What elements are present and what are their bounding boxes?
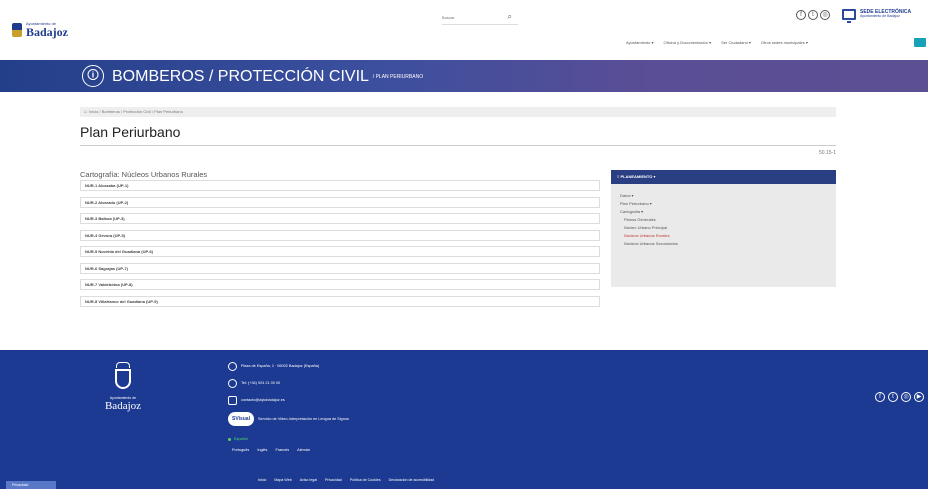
nav-item-otras-sedes[interactable]: Otros sedes municipales ▾ [761,40,808,45]
footer-logo[interactable]: Ayuntamiento de Badajoz [98,362,148,412]
language-option[interactable]: Francés [275,448,289,452]
sidebar-item-planos-generales[interactable]: Planos Generales [620,216,827,224]
language-option[interactable]: Alemán [297,448,310,452]
sign-language-text[interactable]: Servicio de Video-Interpretación en Leng… [258,417,349,421]
footer-link-aviso-legal[interactable]: Aviso legal [300,478,317,482]
list-item[interactable]: NUR-7 Valdebótoa (UP-8) [80,279,600,290]
menu-toggle-button[interactable] [914,38,926,47]
footer-link-privacidad[interactable]: Privacidad [325,478,342,482]
language-current[interactable]: Español [228,437,349,441]
footer-link-inicio[interactable]: Inicio [258,478,266,482]
language-selector: Español Português Inglés Francés Alemán [228,437,349,452]
facebook-icon[interactable]: f [875,392,885,402]
footer-link-accesibilidad[interactable]: Declaración de accesibilidad [389,478,435,482]
breadcrumb: ⌂ Inicio / Bomberos / Protección Civil / … [80,107,836,117]
site-footer: Ayuntamiento de Badajoz Plaza de España,… [0,350,928,489]
top-navigation: Ayuntamiento ▾ Oficina y Documentación ▾… [626,40,808,45]
sidebar: ≡ PLANEAMIENTO ▾ Datos ▾ Plan Periurbano… [611,170,836,287]
youtube-icon[interactable]: ▶ [914,392,924,402]
page-title: Plan Periurbano [80,124,181,140]
banner-title-text: BOMBEROS / PROTECCIÓN CIVIL [112,68,369,85]
instagram-icon[interactable]: ◎ [820,10,830,20]
location-pin-icon [228,361,237,371]
site-header: Ayuntamiento de Badajoz ⌕ f t ◎ SEDE ELE… [0,0,928,60]
email-icon [228,395,237,405]
phone-icon [228,378,237,388]
sidebar-menu: Datos ▾ Plan Periurbano ▾ Cartografía ▾ … [611,184,836,248]
footer-links: Inicio Mapa Web Aviso legal Privacidad P… [258,478,434,482]
zone-list: NUR-1 Alcazaba (UP-1) NUR-2 Alvarado (UP… [80,180,600,312]
sidebar-item-nucleo-principal[interactable]: Núcleo Urbano Principal [620,224,827,232]
page-code: 50.15-1 [819,150,836,156]
sidebar-item-plan-periurbano[interactable]: Plan Periurbano ▾ [620,200,827,208]
header-social-links: f t ◎ [796,10,830,20]
breadcrumb-text[interactable]: Inicio / Bomberos / Protección Civil / P… [89,109,183,114]
coat-of-arms-icon [12,23,22,37]
list-item[interactable]: NUR-6 Sagrajas (UP-7) [80,262,600,274]
list-item[interactable]: NUR-5 Novelda del Guadiana (UP-6) [80,246,600,257]
language-option[interactable]: Português [232,448,249,452]
sidebar-item-cartografia[interactable]: Cartografía ▾ [620,208,827,216]
home-icon[interactable]: ⌂ [84,109,87,115]
banner-subtitle: / PLAN PERIURBANO [372,73,424,80]
sede-electronica-link[interactable]: SEDE ELECTRÓNICA Ayuntamiento de Badajoz [842,9,911,23]
footer-social-links: f t ◎ ▶ [875,392,924,402]
twitter-icon[interactable]: t [808,10,818,20]
section-title: Cartografía: Núcleos Urbanos Rurales [80,170,208,179]
section-banner: 🛈 BOMBEROS / PROTECCIÓN CIVIL / PLAN PER… [0,60,928,92]
active-dot-icon [228,437,231,441]
search-input[interactable] [442,15,498,20]
sign-language-badge[interactable]: SVisual [228,412,254,426]
sidebar-item-nucleos-rurales[interactable]: Núcleos Urbanos Rurales [620,232,827,240]
logo-big-text: Badajoz [26,25,68,39]
list-item[interactable]: NUR-1 Alcazaba (UP-1) [80,180,600,191]
facebook-icon[interactable]: f [796,10,806,20]
nav-item-ciudadano[interactable]: Ser Ciudadano ▾ [721,40,751,45]
list-item[interactable]: NUR-2 Alvarado (UP-2) [80,196,600,208]
sidebar-item-datos[interactable]: Datos ▾ [620,192,827,200]
address-text: Plaza de España, 1 · 06002 Badajoz (Espa… [241,364,320,368]
footer-link-mapa-web[interactable]: Mapa Web [274,478,291,482]
site-logo[interactable]: Ayuntamiento de Badajoz [12,22,68,38]
privacy-settings-tab[interactable]: Privacidad [6,481,56,489]
twitter-icon[interactable]: t [888,392,898,402]
list-item[interactable]: NUR-4 Gévora (UP-5) [80,229,600,241]
nav-item-oficina[interactable]: Oficina y Documentación ▾ [664,40,712,45]
nav-item-ayuntamiento[interactable]: Ayuntamiento ▾ [626,40,654,45]
search-icon[interactable]: ⌕ [508,12,512,22]
contact-info: Plaza de España, 1 · 06002 Badajoz (Espa… [228,360,349,452]
firefighter-icon: 🛈 [82,65,104,87]
banner-title: BOMBEROS / PROTECCIÓN CIVIL / PLAN PERIU… [112,68,423,86]
phone-text[interactable]: Tel: (+34) 924 21 00 00 [241,381,280,385]
language-option[interactable]: Inglés [257,448,267,452]
list-item[interactable]: NUR-3 Balboa (UP-3) [80,213,600,224]
list-item[interactable]: NUR-8 Villafranco del Guadiana (UP-9) [80,295,600,307]
instagram-icon[interactable]: ◎ [901,392,911,402]
email-text[interactable]: contacto@aytobadajoz.es [241,398,285,402]
footer-link-cookies[interactable]: Política de Cookies [350,478,381,482]
monitor-icon [842,9,856,23]
sidebar-heading[interactable]: ≡ PLANEAMIENTO ▾ [611,170,836,184]
sidebar-item-nucleos-secundarios[interactable]: Núcleos Urbanos Secundarios [620,240,827,248]
language-current-label: Español [234,437,248,441]
search-box: ⌕ [442,11,518,25]
divider [80,145,836,146]
coat-of-arms-icon [114,362,132,392]
sede-subtitle: Ayuntamiento de Badajoz [860,14,900,19]
footer-logo-big: Badajoz [104,400,142,412]
